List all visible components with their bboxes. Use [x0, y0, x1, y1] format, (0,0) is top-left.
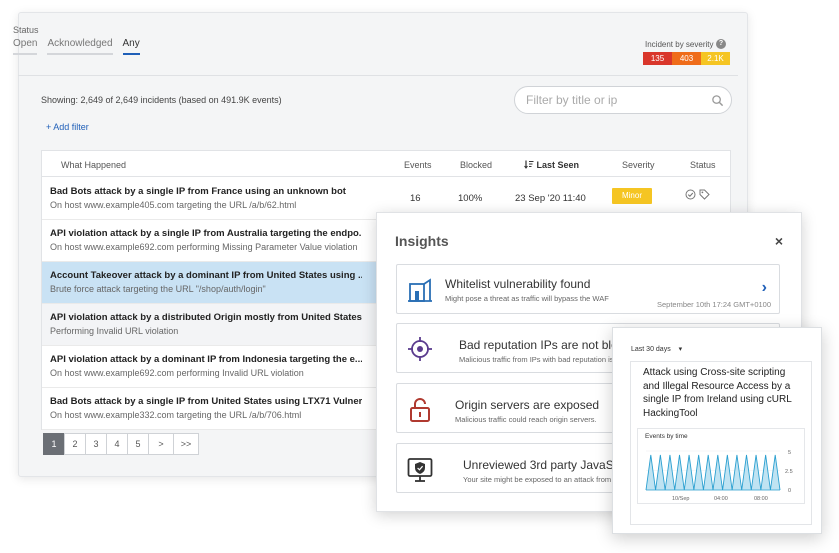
search-input[interactable] — [526, 93, 706, 107]
y-tick-label: 5 — [788, 450, 791, 456]
time-range-label: Last 30 days — [631, 346, 671, 353]
status-tabs: Open Acknowledged Any — [13, 38, 140, 55]
events-by-time-chart: Events by time 5 2.5 0 10/Sep 04:00 08:0… — [637, 428, 805, 504]
search-icon[interactable] — [711, 94, 724, 107]
target-icon — [408, 337, 432, 361]
close-icon[interactable]: × — [775, 233, 783, 249]
severity-minor-count[interactable]: 2.1K — [701, 52, 730, 65]
insight-title: Origin servers are exposed — [455, 398, 600, 412]
row-events: 16 — [410, 193, 421, 204]
tab-acknowledged[interactable]: Acknowledged — [47, 38, 113, 55]
x-tick-label: 10/Sep — [672, 496, 689, 502]
tab-any[interactable]: Any — [122, 38, 140, 55]
chevron-right-icon[interactable]: › — [762, 279, 767, 297]
search-box[interactable] — [514, 86, 732, 114]
column-status[interactable]: Status — [690, 160, 716, 170]
row-last-seen: 23 Sep '20 11:40 — [515, 193, 586, 204]
row-title: API violation attack by a distributed Or… — [50, 312, 362, 323]
column-severity[interactable]: Severity — [622, 160, 655, 170]
insight-subtitle: Malicious traffic could reach origin ser… — [455, 415, 597, 424]
tab-open[interactable]: Open — [13, 38, 38, 55]
column-what-happened[interactable]: What Happened — [61, 160, 126, 170]
row-subtitle: On host www.example332.com targeting the… — [50, 410, 302, 420]
severity-bar[interactable]: 135 403 2.1K — [643, 52, 730, 65]
last-page-button[interactable]: >> — [173, 433, 199, 455]
time-range-dropdown[interactable]: Last 30 days ▾ — [631, 345, 682, 353]
severity-badge: Minor — [612, 188, 652, 204]
insights-title: Insights — [395, 233, 449, 249]
page-5-button[interactable]: 5 — [127, 433, 149, 455]
insight-subtitle: Malicious traffic from IPs with bad repu… — [459, 355, 620, 364]
y-tick-label: 2.5 — [785, 469, 793, 475]
column-last-seen-label: Last Seen — [536, 160, 580, 170]
x-tick-label: 04:00 — [714, 496, 728, 502]
row-subtitle: Performing Invalid URL violation — [50, 326, 179, 336]
lock-open-icon — [410, 398, 430, 422]
row-subtitle: Brute force attack targeting the URL "/s… — [50, 284, 266, 294]
insights-header: Insights × — [389, 225, 789, 257]
shield-monitor-icon — [407, 458, 433, 482]
column-events[interactable]: Events — [404, 160, 432, 170]
row-blocked: 100% — [458, 193, 483, 204]
incident-detail-card: Attack using Cross-site scripting and Il… — [630, 361, 812, 525]
row-title: API violation attack by a single IP from… — [50, 228, 362, 239]
sort-desc-icon — [524, 160, 534, 169]
page-4-button[interactable]: 4 — [106, 433, 128, 455]
row-title: Account Takeover attack by a dominant IP… — [50, 270, 362, 281]
insight-title: Whitelist vulnerability found — [445, 277, 591, 291]
add-filter-link[interactable]: + Add filter — [46, 122, 89, 132]
caret-down-icon: ▾ — [678, 346, 683, 353]
column-last-seen[interactable]: Last Seen — [524, 160, 579, 170]
insight-subtitle: Might pose a threat as traffic will bypa… — [445, 294, 609, 303]
acknowledge-check-icon[interactable] — [685, 189, 696, 200]
next-page-button[interactable]: > — [148, 433, 174, 455]
incident-detail-popup: Last 30 days ▾ Attack using Cross-site s… — [612, 327, 822, 534]
severity-critical-count[interactable]: 135 — [643, 52, 672, 65]
row-subtitle: On host www.example692.com performing Mi… — [50, 242, 358, 252]
insight-date: September 10th 17:24 GMT+0100 — [656, 300, 771, 309]
building-icon — [408, 278, 432, 302]
x-tick-label: 08:00 — [754, 496, 768, 502]
row-title: Bad Bots attack by a single IP from Unit… — [50, 396, 362, 407]
severity-major-count[interactable]: 403 — [672, 52, 701, 65]
insight-subtitle: Your site might be exposed to an attack … — [463, 475, 618, 484]
help-icon[interactable]: ? — [716, 39, 726, 49]
row-status-icons — [685, 189, 710, 200]
page-1-button[interactable]: 1 — [43, 433, 65, 455]
incident-description: Attack using Cross-site scripting and Il… — [643, 367, 792, 419]
incident-count-summary: Showing: 2,649 of 2,649 incidents (based… — [41, 95, 282, 105]
y-tick-label: 0 — [788, 488, 791, 494]
page-3-button[interactable]: 3 — [85, 433, 107, 455]
status-label: Status — [13, 25, 39, 35]
pagination: 1 2 3 4 5 > >> — [43, 433, 199, 455]
series-line — [645, 454, 781, 491]
column-blocked[interactable]: Blocked — [460, 160, 492, 170]
chart-plot: 5 2.5 0 10/Sep 04:00 08:00 — [645, 450, 793, 502]
page-2-button[interactable]: 2 — [64, 433, 86, 455]
row-title: Bad Bots attack by a single IP from Fran… — [50, 186, 346, 197]
severity-title: Incident by severity — [645, 40, 714, 49]
row-subtitle: On host www.example405.com targeting the… — [50, 200, 297, 210]
row-title: API violation attack by a dominant IP fr… — [50, 354, 362, 365]
table-header: What Happened Events Blocked Last Seen S… — [42, 151, 730, 177]
row-subtitle: On host www.example692.com performing In… — [50, 368, 304, 378]
divider — [18, 75, 738, 76]
tag-icon[interactable] — [699, 189, 710, 200]
insight-card-whitelist[interactable]: Whitelist vulnerability found Might pose… — [396, 264, 780, 314]
